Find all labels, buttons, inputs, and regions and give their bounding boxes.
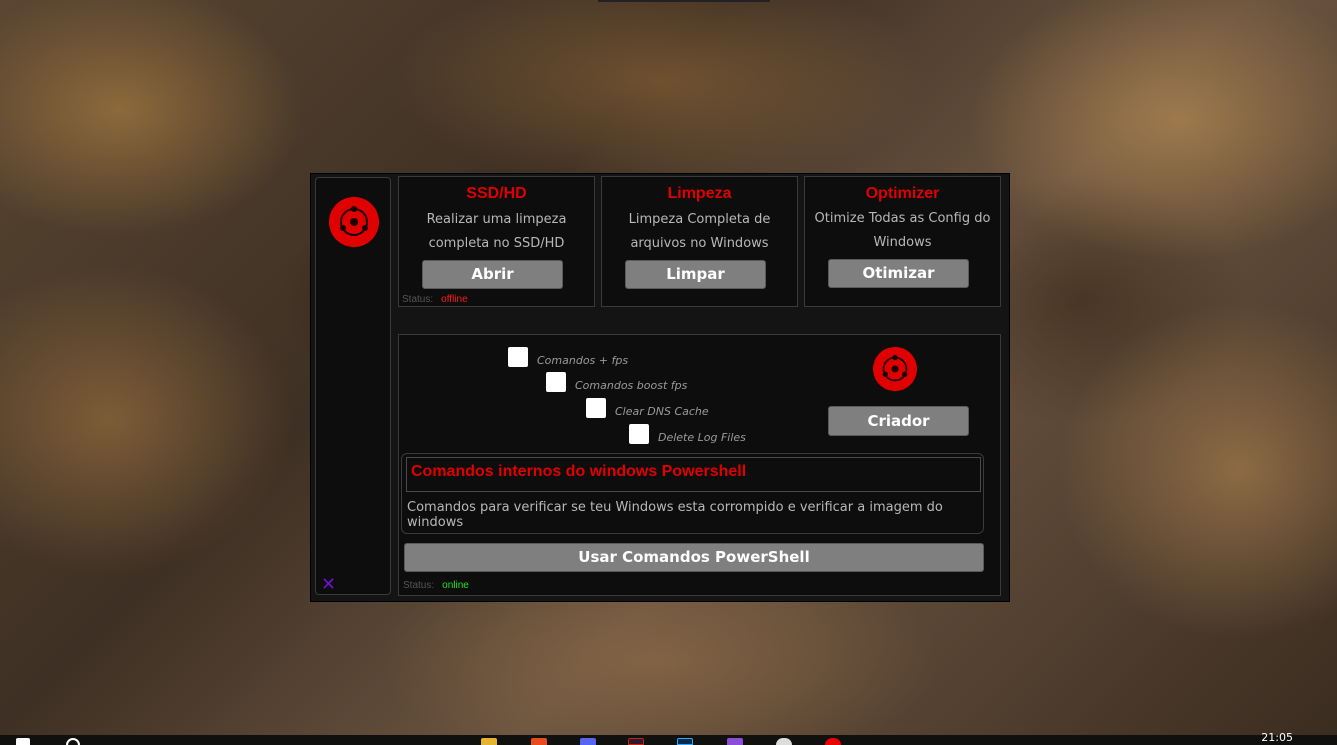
app-window: ✕ SSD/HD Realizar uma limpeza completa n…: [310, 173, 1010, 602]
app-icon[interactable]: [825, 738, 841, 745]
status-label: Status:: [403, 580, 435, 591]
photoshop-icon[interactable]: [677, 738, 693, 745]
option-row: Delete Log Files: [629, 424, 746, 444]
card-limpeza: Limpeza Limpeza Completa de arquivos no …: [601, 176, 798, 307]
status-value: online: [442, 580, 469, 591]
search-icon[interactable]: [66, 738, 80, 745]
app-icon[interactable]: [531, 738, 547, 745]
use-powershell-button[interactable]: Usar Comandos PowerShell: [404, 543, 984, 572]
status-value: offline: [441, 294, 468, 305]
open-button[interactable]: Abrir: [422, 260, 563, 289]
taskbar-clock[interactable]: 21:05: [1261, 731, 1293, 744]
card-title: Optimizer: [865, 185, 940, 202]
option-label: Clear DNS Cache: [615, 404, 709, 418]
option-row: Comandos boost fps: [546, 372, 687, 392]
clear-dns-checkbox[interactable]: [586, 398, 606, 418]
card-optimizer: Optimizer Otimize Todas as Config do Win…: [804, 176, 1001, 307]
option-label: Comandos + fps: [537, 353, 629, 367]
card-title: SSD/HD: [466, 185, 527, 202]
sharingan-icon: [873, 347, 917, 391]
card-description: Realizar uma limpeza completa no SSD/HD: [426, 212, 567, 251]
option-label: Delete Log Files: [658, 430, 746, 444]
taskbar: [0, 735, 1337, 745]
powershell-section: Comandos internos do windows Powershell …: [401, 453, 984, 534]
boost-fps-checkbox[interactable]: [546, 372, 566, 392]
commands-fps-checkbox[interactable]: [508, 347, 528, 367]
optimize-button[interactable]: Otimizar: [828, 259, 969, 288]
visual-studio-icon[interactable]: [727, 738, 743, 745]
option-row: Clear DNS Cache: [586, 398, 709, 418]
powershell-description: Comandos para verificar se teu Windows e…: [407, 500, 943, 530]
status-label: Status:: [402, 294, 434, 305]
card-description: Limpeza Completa de arquivos no Windows: [628, 212, 771, 251]
card-ssd-hd: SSD/HD Realizar uma limpeza completa no …: [398, 176, 595, 307]
status-line: Status: offline: [402, 294, 468, 305]
app-icon[interactable]: [628, 738, 644, 745]
delete-log-checkbox[interactable]: [629, 424, 649, 444]
card-description: Otimize Todas as Config do Windows: [814, 211, 991, 250]
sidebar: ✕: [315, 177, 391, 595]
status-line: Status: online: [403, 580, 469, 591]
file-explorer-icon[interactable]: [481, 738, 497, 745]
clean-button[interactable]: Limpar: [625, 260, 766, 289]
close-icon[interactable]: ✕: [321, 576, 336, 594]
discord-icon[interactable]: [580, 738, 596, 745]
option-row: Comandos + fps: [508, 347, 628, 367]
powershell-title-box: Comandos internos do windows Powershell: [406, 457, 981, 492]
option-label: Comandos boost fps: [575, 378, 688, 392]
card-title: Limpeza: [667, 185, 732, 202]
options-panel: Comandos + fps Comandos boost fps Clear …: [398, 334, 1001, 596]
steam-icon[interactable]: [776, 738, 792, 745]
sharingan-icon[interactable]: [329, 197, 379, 247]
start-icon[interactable]: [16, 738, 30, 745]
creator-button[interactable]: Criador: [828, 406, 969, 436]
desktop-top-bar: [598, 0, 770, 2]
powershell-title: Comandos internos do windows Powershell: [411, 463, 747, 480]
